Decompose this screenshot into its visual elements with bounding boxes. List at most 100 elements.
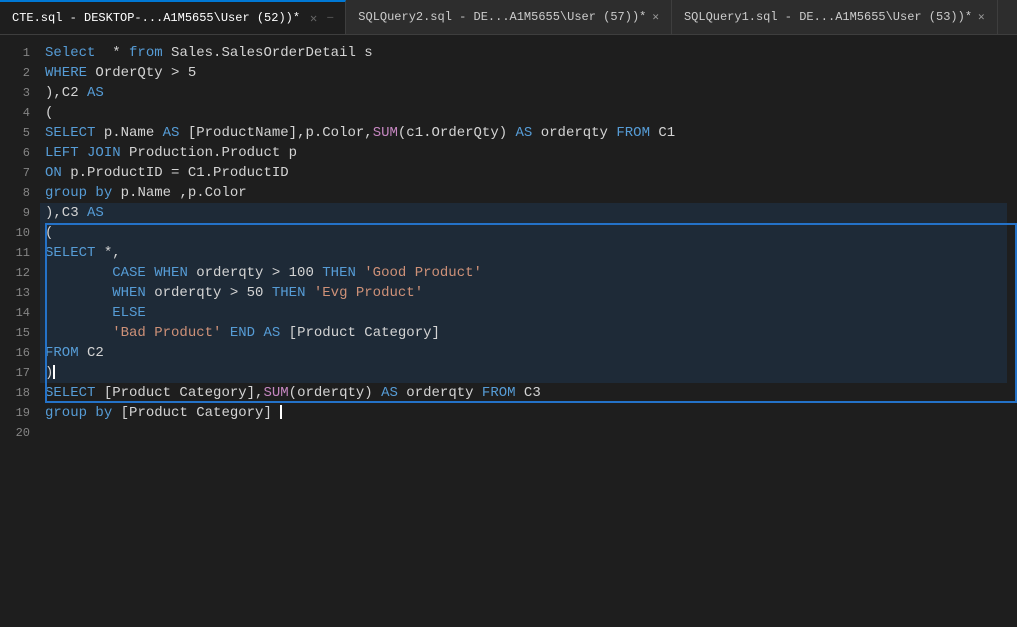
code-line: 4( bbox=[0, 103, 1017, 123]
token-kw: Select bbox=[45, 45, 95, 61]
token-plain: C1 bbox=[650, 125, 675, 141]
code-line: 19group by [Product Category] bbox=[0, 403, 1017, 423]
token-kw: ELSE bbox=[112, 305, 146, 321]
token-plain: OrderQty > 5 bbox=[87, 65, 196, 81]
line-number: 2 bbox=[0, 63, 40, 83]
line-code: WHEN orderqty > 50 THEN 'Evg Product' bbox=[40, 283, 1007, 303]
token-kw: by bbox=[95, 405, 112, 421]
line-code: SELECT *, bbox=[40, 243, 1007, 263]
token-plain: ( bbox=[45, 105, 53, 121]
tab-sqlquery2[interactable]: SQLQuery2.sql - DE...A1M5655\User (57))*… bbox=[346, 0, 672, 34]
token-plain: [Product Category], bbox=[95, 385, 263, 401]
text-cursor bbox=[280, 405, 282, 419]
token-kw: END bbox=[230, 325, 255, 341]
token-plain: *, bbox=[95, 245, 120, 261]
token-kw: THEN bbox=[272, 285, 306, 301]
token-plain bbox=[45, 265, 112, 281]
code-line: 6LEFT JOIN Production.Product p bbox=[0, 143, 1017, 163]
code-line: 7ON p.ProductID = C1.ProductID bbox=[0, 163, 1017, 183]
code-line: 18SELECT [Product Category],SUM(orderqty… bbox=[0, 383, 1017, 403]
text-cursor bbox=[53, 365, 55, 379]
line-code: CASE WHEN orderqty > 100 THEN 'Good Prod… bbox=[40, 263, 1007, 283]
token-kw: SELECT bbox=[45, 125, 95, 141]
line-number: 8 bbox=[0, 183, 40, 203]
token-plain bbox=[79, 145, 87, 161]
tab-sqlquery1-label: SQLQuery1.sql - DE...A1M5655\User (53))* bbox=[684, 10, 972, 24]
token-plain: orderqty bbox=[532, 125, 616, 141]
token-txt: 'Good Product' bbox=[364, 265, 482, 281]
line-number: 20 bbox=[0, 423, 40, 443]
code-line: 15 'Bad Product' END AS [Product Categor… bbox=[0, 323, 1017, 343]
line-number: 14 bbox=[0, 303, 40, 323]
token-kw: SELECT bbox=[45, 385, 95, 401]
line-number: 12 bbox=[0, 263, 40, 283]
line-code: ),C2 AS bbox=[40, 83, 1007, 103]
tab-sqlquery1[interactable]: SQLQuery1.sql - DE...A1M5655\User (53))*… bbox=[672, 0, 998, 34]
code-line: 1Select * from Sales.SalesOrderDetail s bbox=[0, 43, 1017, 63]
line-number: 19 bbox=[0, 403, 40, 423]
token-plain: p.Name ,p.Color bbox=[112, 185, 246, 201]
token-kw: AS bbox=[263, 325, 280, 341]
token-kw: JOIN bbox=[87, 145, 121, 161]
token-kw: AS bbox=[381, 385, 398, 401]
token-kw2: SUM bbox=[263, 385, 288, 401]
tab-sqlquery2-label: SQLQuery2.sql - DE...A1M5655\User (57))* bbox=[358, 10, 646, 24]
token-plain: ),C3 bbox=[45, 205, 87, 221]
tab-cte[interactable]: CTE.sql - DESKTOP-...A1M5655\User (52))*… bbox=[0, 0, 346, 34]
token-plain: ),C2 bbox=[45, 85, 87, 101]
token-kw2: SUM bbox=[373, 125, 398, 141]
line-number: 9 bbox=[0, 203, 40, 223]
token-kw: CASE bbox=[112, 265, 146, 281]
line-code: Select * from Sales.SalesOrderDetail s bbox=[40, 43, 1007, 63]
token-plain: orderqty > 100 bbox=[188, 265, 322, 281]
token-plain bbox=[45, 285, 112, 301]
token-plain: ) bbox=[45, 365, 53, 381]
code-line: 8group by p.Name ,p.Color bbox=[0, 183, 1017, 203]
token-plain bbox=[146, 265, 154, 281]
token-plain bbox=[45, 325, 112, 341]
token-plain bbox=[45, 305, 112, 321]
token-plain: p.ProductID = C1.ProductID bbox=[62, 165, 289, 181]
line-code: ( bbox=[40, 103, 1007, 123]
tab-cte-pin: ― bbox=[327, 13, 333, 24]
code-line: 10( bbox=[0, 223, 1017, 243]
tab-sqlquery2-close[interactable]: ✕ bbox=[652, 10, 659, 24]
token-kw: by bbox=[95, 185, 112, 201]
token-plain: C3 bbox=[516, 385, 541, 401]
line-number: 16 bbox=[0, 343, 40, 363]
line-code: ON p.ProductID = C1.ProductID bbox=[40, 163, 1007, 183]
token-kw: FROM bbox=[45, 345, 79, 361]
token-plain: (orderqty) bbox=[289, 385, 381, 401]
token-plain: p.Name bbox=[95, 125, 162, 141]
line-code: LEFT JOIN Production.Product p bbox=[40, 143, 1007, 163]
token-plain: Production.Product p bbox=[121, 145, 297, 161]
line-number: 10 bbox=[0, 223, 40, 243]
line-code: 'Bad Product' END AS [Product Category] bbox=[40, 323, 1007, 343]
line-code: ) bbox=[40, 363, 1007, 383]
token-plain: [ProductName],p.Color, bbox=[179, 125, 372, 141]
line-code: group by [Product Category] bbox=[40, 403, 1007, 423]
editor: 1Select * from Sales.SalesOrderDetail s2… bbox=[0, 35, 1017, 627]
code-line: 17) bbox=[0, 363, 1017, 383]
line-code: ELSE bbox=[40, 303, 1007, 323]
line-code: FROM C2 bbox=[40, 343, 1007, 363]
token-plain: C2 bbox=[79, 345, 104, 361]
line-number: 11 bbox=[0, 243, 40, 263]
token-kw: from bbox=[129, 45, 163, 61]
token-plain bbox=[305, 285, 313, 301]
line-number: 1 bbox=[0, 43, 40, 63]
code-line: 20 bbox=[0, 423, 1017, 443]
token-plain: * bbox=[95, 45, 129, 61]
token-kw: AS bbox=[163, 125, 180, 141]
line-code: SELECT [Product Category],SUM(orderqty) … bbox=[40, 383, 1007, 403]
code-line: 2WHERE OrderQty > 5 bbox=[0, 63, 1017, 83]
line-number: 18 bbox=[0, 383, 40, 403]
token-txt: 'Evg Product' bbox=[314, 285, 423, 301]
code-line: 11SELECT *, bbox=[0, 243, 1017, 263]
token-kw: ON bbox=[45, 165, 62, 181]
line-code: SELECT p.Name AS [ProductName],p.Color,S… bbox=[40, 123, 1007, 143]
token-plain: orderqty > 50 bbox=[146, 285, 272, 301]
token-kw: AS bbox=[87, 85, 104, 101]
token-kw: THEN bbox=[322, 265, 356, 281]
tab-sqlquery1-close[interactable]: ✕ bbox=[978, 10, 985, 24]
